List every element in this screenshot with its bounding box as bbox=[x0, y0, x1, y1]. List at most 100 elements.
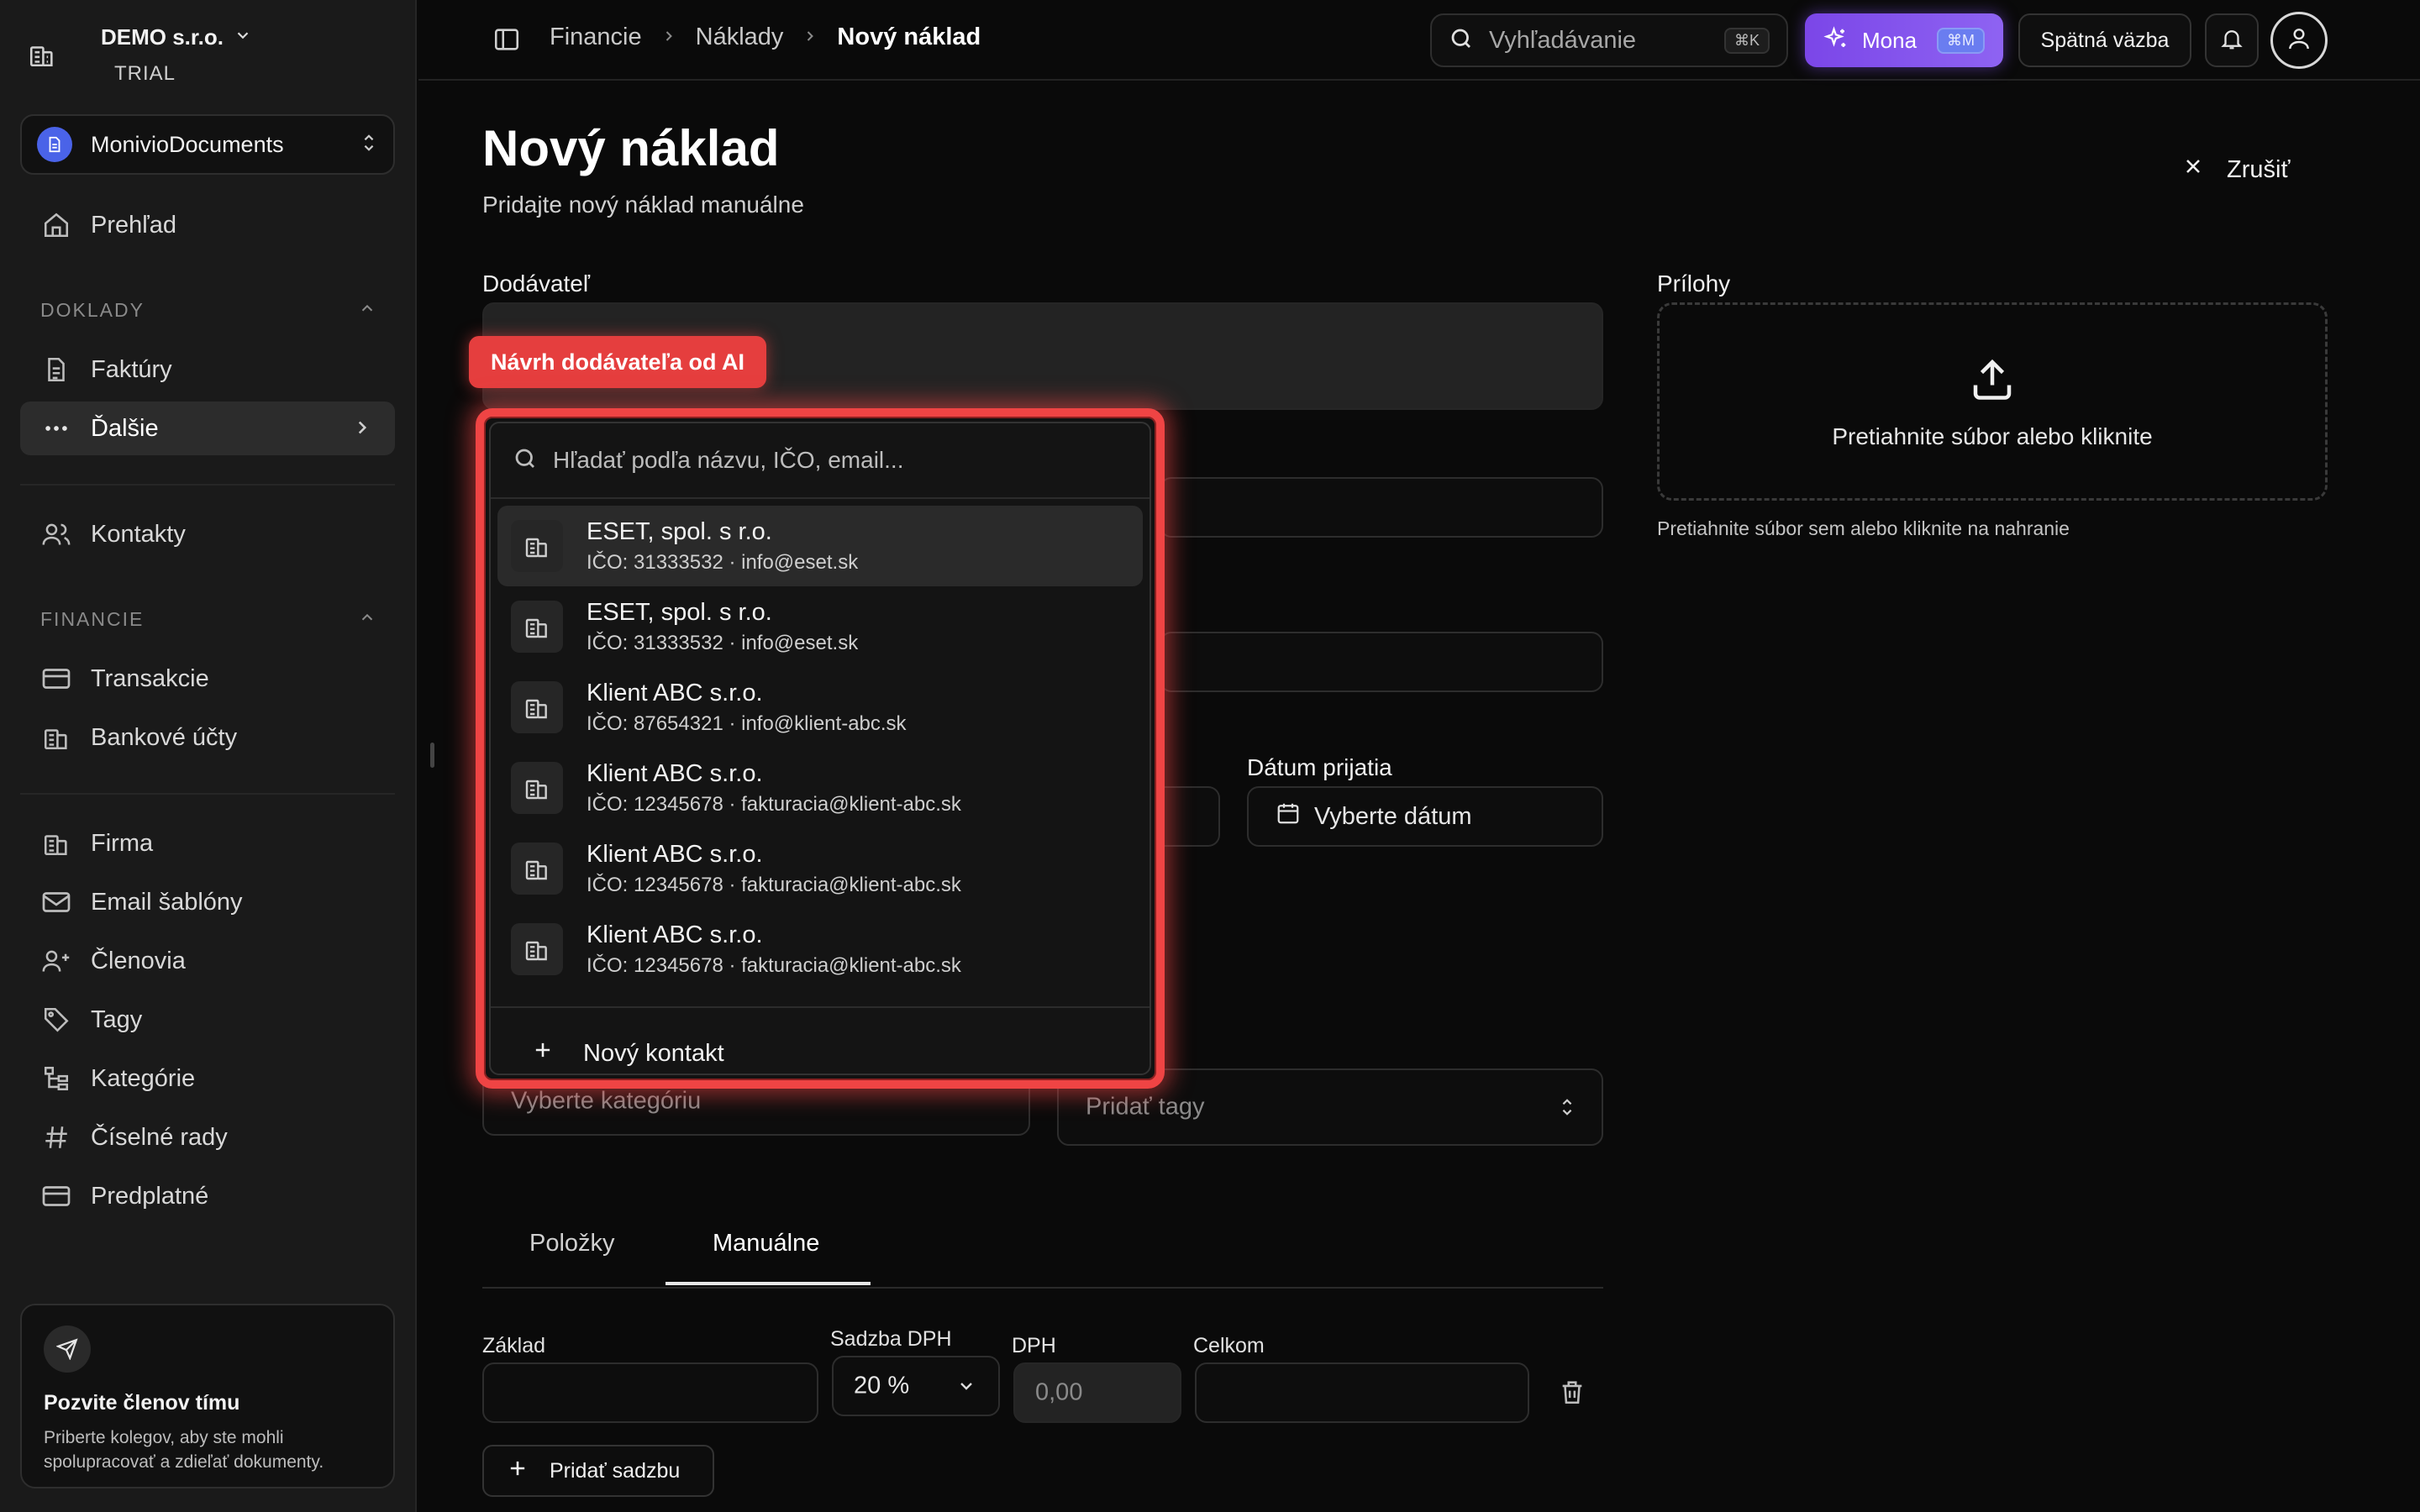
chevron-right-icon bbox=[802, 24, 818, 51]
tab-polozky[interactable]: Položky bbox=[529, 1230, 615, 1257]
cancel-label: Zrušiť bbox=[2227, 155, 2291, 183]
sidebar-item-prehlad[interactable]: Prehľad bbox=[20, 198, 395, 252]
vat-amount-field: 0,00 bbox=[1013, 1362, 1181, 1423]
vat-label: DPH bbox=[1012, 1334, 1056, 1357]
sidebar-item-predplatne[interactable]: Predplatné bbox=[20, 1169, 395, 1223]
plus-icon bbox=[531, 1038, 555, 1068]
base-label: Základ bbox=[482, 1334, 546, 1357]
sidebar-item-email-sablony[interactable]: Email šablóny bbox=[20, 875, 395, 929]
form-field[interactable] bbox=[1160, 786, 1220, 847]
mona-label: Mona bbox=[1862, 27, 1918, 53]
sidebar-item-label: Tagy bbox=[91, 1005, 143, 1033]
sidebar-item-bankove-ucty[interactable]: Bankové účty bbox=[20, 711, 395, 764]
supplier-meta: IČO: 12345678 · fakturacia@klient-abc.sk bbox=[587, 792, 961, 816]
vat-amount-placeholder: 0,00 bbox=[1035, 1378, 1083, 1406]
vat-rate-label: Sadzba DPH bbox=[830, 1327, 952, 1351]
received-date-picker[interactable]: Vyberte dátum bbox=[1247, 786, 1603, 847]
base-input[interactable] bbox=[482, 1362, 818, 1423]
active-tab-indicator bbox=[666, 1282, 871, 1285]
chevron-right-icon bbox=[351, 417, 373, 445]
section-financie[interactable]: FINANCIE bbox=[40, 608, 376, 632]
building-icon bbox=[511, 601, 563, 653]
sidebar-item-ciselne-rady[interactable]: Číselné rady bbox=[20, 1110, 395, 1164]
sidebar-item-kategorie[interactable]: Kategórie bbox=[20, 1052, 395, 1105]
org-name: DEMO s.r.o. bbox=[101, 24, 224, 50]
building-icon bbox=[40, 827, 72, 859]
sidebar-item-label: Email šablóny bbox=[91, 888, 243, 916]
supplier-option[interactable]: ESET, spol. s r.o. IČO: 31333532 · info@… bbox=[497, 506, 1143, 586]
total-input[interactable] bbox=[1195, 1362, 1529, 1423]
tags-placeholder: Pridať tagy bbox=[1086, 1093, 1205, 1121]
card-icon bbox=[40, 1180, 72, 1212]
document-icon bbox=[40, 354, 72, 386]
close-icon bbox=[2181, 155, 2205, 185]
sidebar-item-transakcie[interactable]: Transakcie bbox=[20, 652, 395, 706]
sparkles-icon bbox=[1823, 25, 1849, 55]
supplier-search-input[interactable]: Hľadať podľa názvu, IČO, email... bbox=[491, 423, 1150, 499]
sidebar: DEMO s.r.o. TRIAL MonivioDocuments Prehľ… bbox=[0, 0, 417, 1512]
received-date-label: Dátum prijatia bbox=[1247, 754, 1392, 780]
sidebar-item-label: Bankové účty bbox=[91, 723, 238, 751]
mona-ai-button[interactable]: Mona ⌘M bbox=[1805, 13, 2003, 67]
attachment-dropzone[interactable]: Pretiahnite súbor alebo kliknite bbox=[1657, 302, 2328, 501]
supplier-option[interactable]: Klient ABC s.r.o. IČO: 12345678 · faktur… bbox=[497, 909, 1143, 990]
user-plus-icon bbox=[40, 945, 72, 977]
breadcrumb-naklady[interactable]: Náklady bbox=[696, 24, 784, 51]
upload-icon bbox=[1967, 354, 2018, 408]
sidebar-item-label: Ďalšie bbox=[91, 414, 159, 442]
section-doklady[interactable]: DOKLADY bbox=[40, 299, 376, 323]
global-search[interactable]: Vyhľadávanie ⌘K bbox=[1430, 13, 1788, 67]
user-avatar[interactable] bbox=[2270, 12, 2328, 69]
new-contact-button[interactable]: Nový kontakt bbox=[491, 1008, 1150, 1074]
chevron-up-icon bbox=[358, 608, 376, 632]
supplier-option[interactable]: Klient ABC s.r.o. IČO: 12345678 · faktur… bbox=[497, 748, 1143, 828]
workspace-selector[interactable]: MonivioDocuments bbox=[20, 114, 395, 175]
user-icon bbox=[2286, 25, 2312, 56]
supplier-name: ESET, spol. s r.o. bbox=[587, 598, 772, 626]
supplier-option[interactable]: ESET, spol. s r.o. IČO: 31333532 · info@… bbox=[497, 586, 1143, 667]
sidebar-item-tagy[interactable]: Tagy bbox=[20, 993, 395, 1047]
feedback-button[interactable]: Spätná väzba bbox=[2018, 13, 2191, 67]
building-icon bbox=[511, 681, 563, 733]
sidebar-toggle-icon[interactable] bbox=[492, 25, 521, 58]
mona-shortcut: ⌘M bbox=[1937, 27, 1985, 54]
sidebar-item-label: Predplatné bbox=[91, 1182, 209, 1210]
sidebar-item-label: Kategórie bbox=[91, 1064, 196, 1092]
chevron-right-icon bbox=[660, 24, 677, 51]
breadcrumb-financie[interactable]: Financie bbox=[550, 24, 642, 51]
supplier-meta: IČO: 31333532 · info@eset.sk bbox=[587, 550, 859, 574]
sidebar-item-dalsie[interactable]: Ďalšie bbox=[20, 402, 395, 455]
supplier-option[interactable]: Klient ABC s.r.o. IČO: 87654321 · info@k… bbox=[497, 667, 1143, 748]
chevron-down-icon bbox=[956, 1376, 976, 1400]
sidebar-item-label: Faktúry bbox=[91, 355, 172, 383]
sidebar-item-faktury[interactable]: Faktúry bbox=[20, 343, 395, 396]
sidebar-item-label: Firma bbox=[91, 829, 154, 857]
trash-icon bbox=[1558, 1381, 1586, 1410]
sidebar-item-kontakty[interactable]: Kontakty bbox=[20, 507, 395, 561]
ai-suggestion-badge: Návrh dodávateľa od AI bbox=[469, 336, 766, 388]
form-field[interactable] bbox=[1160, 477, 1603, 538]
received-date-placeholder: Vyberte dátum bbox=[1314, 802, 1472, 830]
tab-manualne[interactable]: Manuálne bbox=[713, 1230, 819, 1257]
document-icon bbox=[37, 127, 72, 162]
invite-card[interactable]: Pozvite členov tímu Priberte kolegov, ab… bbox=[20, 1304, 395, 1488]
notifications-button[interactable] bbox=[2205, 13, 2259, 67]
sidebar-divider bbox=[20, 793, 395, 795]
delete-rate-button[interactable] bbox=[1558, 1378, 1586, 1410]
vat-rate-select[interactable]: 20 % bbox=[832, 1356, 1000, 1416]
page-title: Nový náklad bbox=[482, 120, 780, 176]
search-shortcut: ⌘K bbox=[1723, 27, 1770, 54]
org-switcher[interactable]: DEMO s.r.o. TRIAL bbox=[20, 17, 252, 92]
sidebar-item-firma[interactable]: Firma bbox=[20, 816, 395, 870]
workspace-label: MonivioDocuments bbox=[91, 131, 284, 157]
add-rate-button[interactable]: Pridať sadzbu bbox=[482, 1445, 714, 1497]
supplier-option[interactable]: Klient ABC s.r.o. IČO: 12345678 · faktur… bbox=[497, 828, 1143, 909]
form-field[interactable] bbox=[1160, 632, 1603, 692]
invite-description: Priberte kolegov, aby ste mohli spolupra… bbox=[44, 1428, 324, 1472]
sidebar-item-clenovia[interactable]: Členovia bbox=[20, 934, 395, 988]
cancel-button[interactable]: Zrušiť bbox=[2181, 155, 2290, 185]
sidebar-resize-handle[interactable] bbox=[430, 743, 434, 768]
supplier-name: Klient ABC s.r.o. bbox=[587, 679, 763, 706]
chevron-updown-icon bbox=[360, 132, 378, 158]
dropzone-text: Pretiahnite súbor alebo kliknite bbox=[1832, 423, 2153, 449]
